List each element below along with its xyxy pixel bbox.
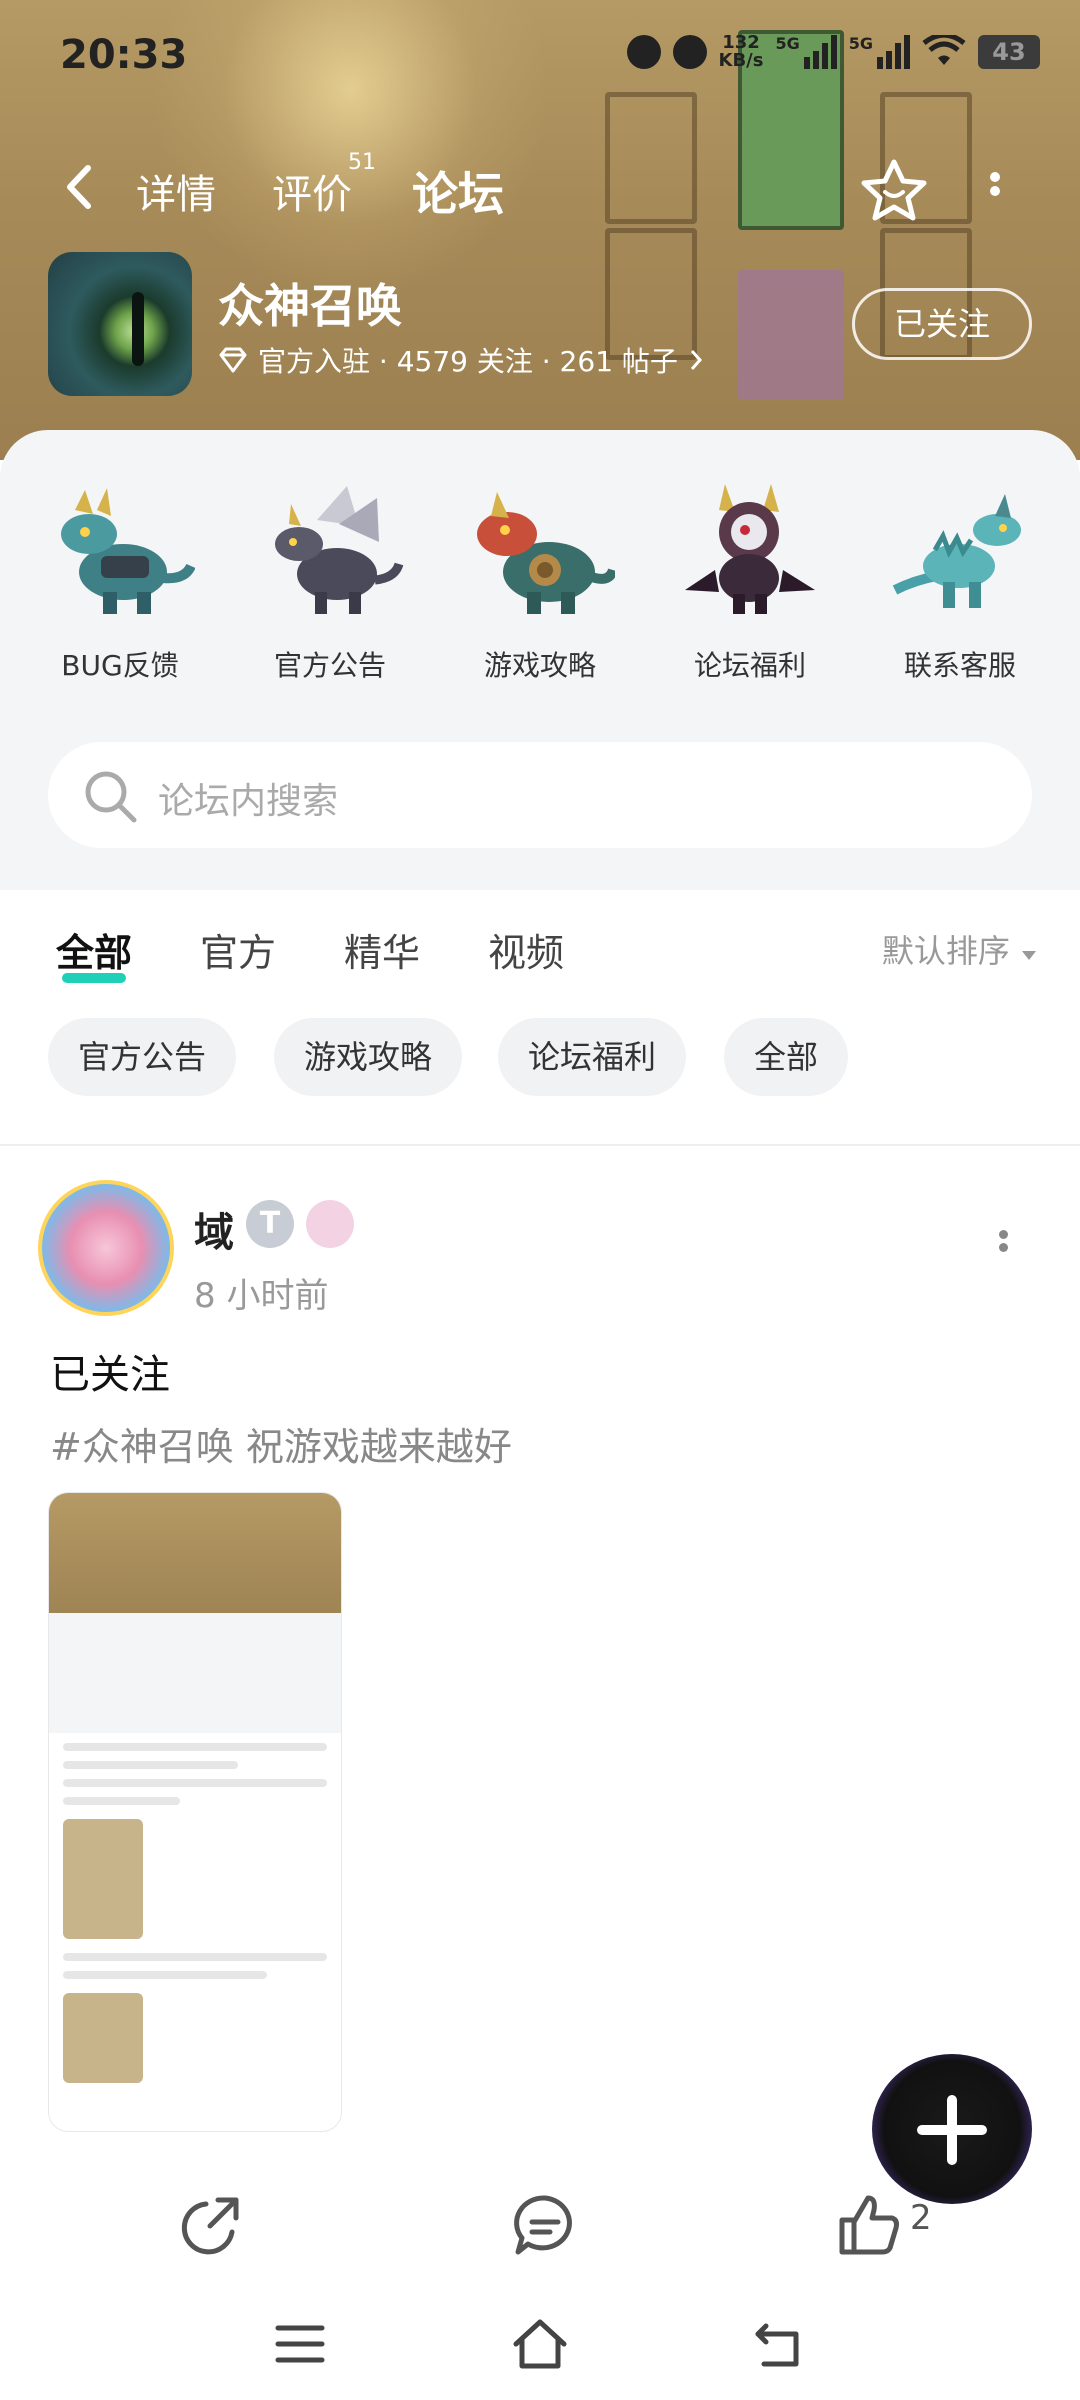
chip-forum-benefits[interactable]: 论坛福利 [498, 1018, 687, 1096]
home-icon[interactable] [510, 2314, 570, 2374]
category-label: 联系客服 [903, 649, 1016, 682]
top-navigation: 详情 评价 51 论坛 [0, 150, 1080, 230]
post-screenshot-thumbnail[interactable] [48, 1492, 342, 2132]
filter-tab-featured[interactable]: 精华 [344, 922, 420, 977]
dragon-mascot-icon [477, 492, 618, 614]
filter-tab-official[interactable]: 官方 [200, 922, 276, 977]
post-username[interactable]: 域 [194, 1200, 234, 1258]
category-label: 论坛福利 [693, 649, 806, 682]
battery-indicator: 43 [978, 35, 1040, 69]
follow-button[interactable]: 已关注 [852, 288, 1032, 360]
forum-category-panel: BUG反馈 官方公告 游戏攻略 论坛福利 联系客服 论坛内搜索 [0, 430, 1080, 890]
category-label: 游戏攻略 [483, 649, 596, 682]
post-action-bar: 2 [0, 2178, 1080, 2278]
back-arrow-icon[interactable] [58, 162, 98, 212]
game-header-banner: 20:33 132 KB/s 5G 5G 43 详情 评价 51 论坛 众神召唤… [0, 0, 1080, 460]
category-official-announcement[interactable]: 官方公告 [230, 480, 430, 684]
plus-icon [917, 2095, 987, 2165]
official-diamond-icon [219, 347, 247, 373]
section-divider [0, 1144, 1080, 1146]
menu-icon[interactable] [270, 2314, 330, 2374]
user-avatar[interactable] [38, 1180, 174, 1316]
share-icon[interactable] [178, 2192, 244, 2258]
caret-down-icon [1022, 951, 1036, 960]
alarm-icon [626, 35, 661, 69]
sort-dropdown[interactable]: 默认排序 [882, 926, 1038, 972]
dragon-mascot-icon [61, 488, 196, 614]
category-contact-support[interactable]: 联系客服 [860, 480, 1060, 684]
category-label: BUG反馈 [61, 649, 179, 682]
game-icon [48, 252, 192, 396]
comment-icon[interactable] [512, 2192, 578, 2258]
favorite-star-icon[interactable] [860, 158, 928, 222]
network-speed-unit: KB/s [718, 50, 764, 71]
like-count: 2 [910, 2198, 932, 2238]
review-count-badge: 51 [348, 150, 376, 175]
like-icon[interactable] [836, 2192, 902, 2258]
status-time: 20:33 [60, 32, 188, 78]
post-hashtag-text[interactable]: #众神召唤 祝游戏越来越好 [50, 1416, 512, 1471]
signal-icon [877, 35, 910, 69]
post-more-icon[interactable] [996, 1226, 1010, 1266]
filter-tab-all[interactable]: 全部 [56, 922, 132, 983]
game-meta-text: 官方入驻 · 4579 关注 · 261 帖子 [258, 345, 678, 378]
tab-reviews[interactable]: 评价 [272, 162, 352, 220]
chevron-right-icon [690, 350, 702, 370]
forum-search-bar[interactable]: 论坛内搜索 [48, 742, 1032, 848]
back-icon[interactable] [750, 2314, 810, 2374]
user-fan-badge [306, 1200, 354, 1248]
post-filter-tabs: 全部 官方 精华 视频 默认排序 [0, 890, 1080, 1000]
category-game-guides[interactable]: 游戏攻略 [440, 480, 640, 684]
more-options-icon[interactable] [980, 168, 1010, 212]
user-level-badge: T [246, 1200, 294, 1248]
sort-label: 默认排序 [881, 932, 1010, 970]
category-label: 官方公告 [273, 649, 386, 682]
topic-chips: 官方公告 游戏攻略 论坛福利 全部 [0, 1018, 1080, 1098]
post-title: 已关注 [50, 1352, 170, 1398]
tab-forum[interactable]: 论坛 [412, 158, 504, 224]
category-bug-report[interactable]: BUG反馈 [20, 480, 220, 684]
post-time: 8 小时前 [194, 1276, 329, 1316]
signal-icon [803, 35, 837, 69]
sim2-label: 5G [848, 34, 873, 53]
sim1-label: 5G [775, 34, 800, 53]
mute-icon [672, 35, 707, 69]
wifi-icon [922, 35, 966, 65]
search-input[interactable]: 论坛内搜索 [158, 772, 338, 824]
status-bar: 20:33 132 KB/s 5G 5G 43 [0, 0, 1080, 110]
game-meta[interactable]: 官方入驻 · 4579 关注 · 261 帖子 [218, 340, 704, 380]
status-icons: 132 KB/s 5G 5G 43 [626, 34, 1040, 70]
system-navigation-bar [0, 2290, 1080, 2400]
chip-game-guides[interactable]: 游戏攻略 [274, 1018, 463, 1096]
dragon-mascot-icon [275, 486, 404, 614]
category-forum-benefits[interactable]: 论坛福利 [650, 480, 850, 684]
chip-all[interactable]: 全部 [724, 1018, 849, 1096]
chip-official-announcement[interactable]: 官方公告 [48, 1018, 237, 1096]
game-info: 众神召唤 官方入驻 · 4579 关注 · 261 帖子 已关注 [0, 250, 1080, 400]
search-icon [85, 771, 137, 823]
dragon-mascot-icon [685, 484, 815, 614]
tab-details[interactable]: 详情 [136, 162, 216, 220]
filter-tab-video[interactable]: 视频 [488, 922, 564, 977]
network-speed: 132 KB/s [719, 34, 764, 70]
dragon-mascot-icon [892, 494, 1021, 608]
game-title: 众神召唤 [218, 279, 402, 333]
